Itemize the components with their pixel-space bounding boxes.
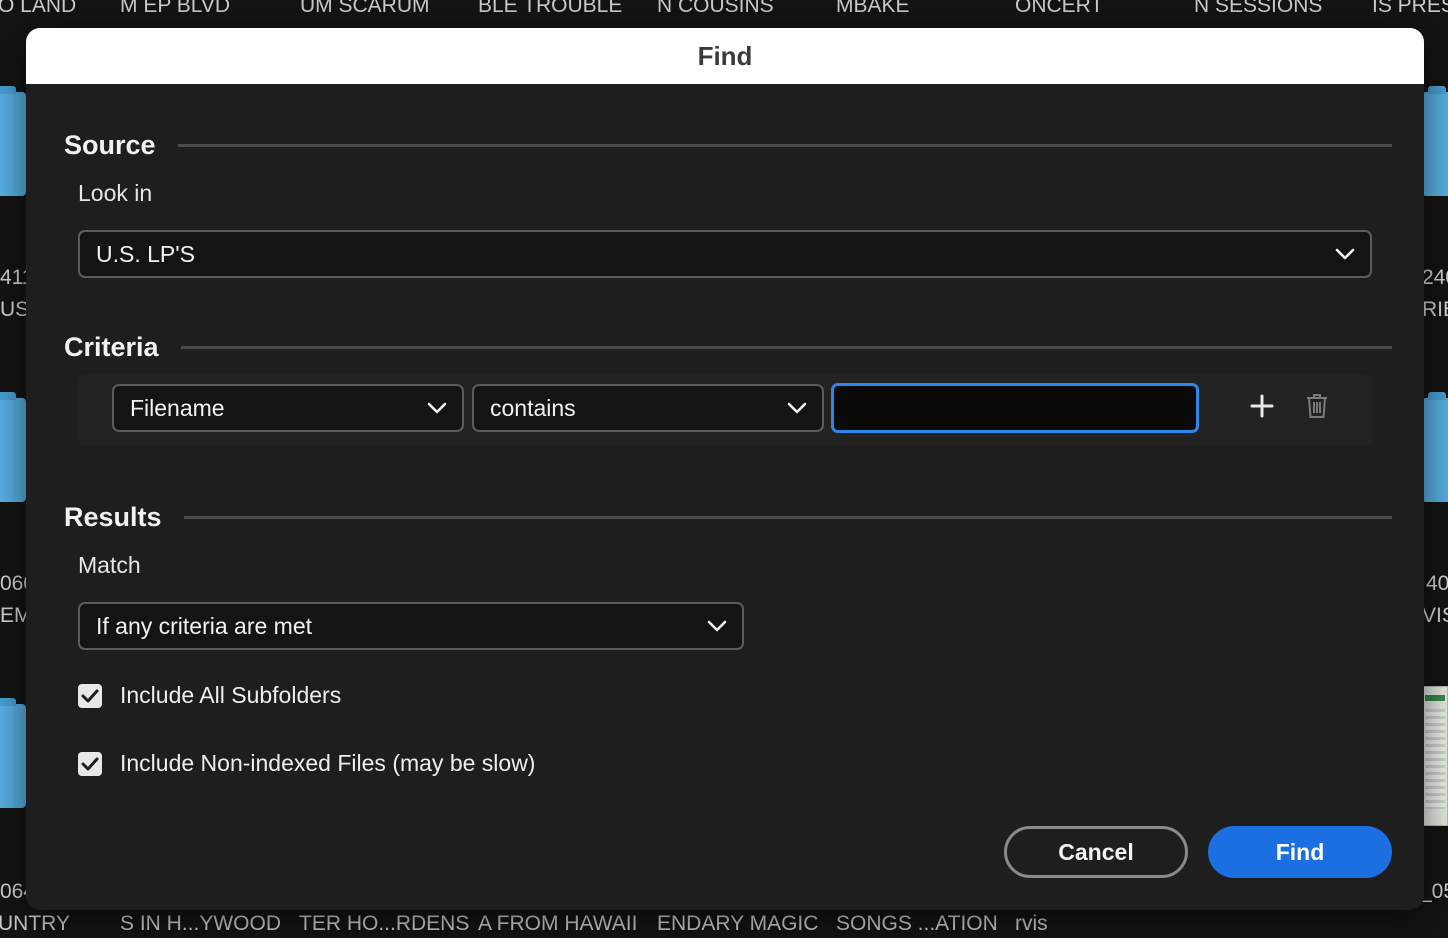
look-in-dropdown[interactable]: U.S. LP'S (78, 230, 1372, 278)
look-in-label: Look in (78, 180, 153, 206)
folder-icon (0, 392, 26, 502)
chevron-down-icon (1334, 243, 1356, 265)
look-in-value: U.S. LP'S (96, 240, 195, 267)
include-subfolders-label: Include All Subfolders (120, 682, 342, 708)
criteria-operator-value: contains (490, 394, 576, 421)
include-nonindexed-checkbox[interactable] (78, 751, 102, 776)
bg-side-text: 060 (0, 572, 26, 595)
plus-icon (1250, 394, 1274, 423)
bg-folder-label: UNTRY (0, 912, 70, 935)
find-button[interactable]: Find (1208, 826, 1392, 878)
cancel-button[interactable]: Cancel (1004, 826, 1188, 878)
criteria-field-value: Filename (130, 394, 225, 421)
criteria-section-header: Criteria (64, 332, 1392, 363)
bg-side-text: USI (0, 298, 26, 321)
match-value: If any criteria are met (96, 612, 313, 639)
source-section-header: Source (64, 130, 1392, 161)
bg-side-text: 064 (0, 880, 26, 903)
results-heading: Results (64, 502, 162, 532)
bg-folder-label: SONGS ...ATION (836, 912, 998, 935)
bg-side-text: RIE (1422, 298, 1448, 321)
bg-folder-label: O LAND (0, 0, 77, 17)
chevron-down-icon (786, 397, 808, 419)
results-section-header: Results (64, 502, 1392, 533)
checkmark-icon (81, 757, 99, 770)
section-divider (183, 516, 1392, 519)
bg-folder-label: UM SCARUM (300, 0, 430, 17)
bg-folder-label: rvis (1015, 912, 1048, 935)
bg-side-text: VIS (1422, 604, 1448, 627)
bg-side-text: EMI (0, 604, 26, 627)
include-nonindexed-option[interactable]: Include Non-indexed Files (may be slow) (78, 750, 535, 777)
bg-folder-label: ONCERT (1015, 0, 1104, 17)
bg-side-text: 240 (1422, 266, 1448, 289)
bg-folder-label: N SESSIONS (1194, 0, 1323, 17)
dialog-titlebar[interactable]: Find (26, 28, 1424, 84)
chevron-down-icon (706, 615, 728, 637)
criteria-field-dropdown[interactable]: Filename (112, 384, 464, 432)
include-nonindexed-label: Include Non-indexed Files (may be slow) (120, 750, 536, 776)
bg-folder-label: BLE TROUBLE (478, 0, 623, 17)
criteria-operator-dropdown[interactable]: contains (472, 384, 824, 432)
bg-side-text: 40 (1426, 572, 1448, 595)
match-label: Match (78, 552, 141, 578)
bg-folder-label: ENDARY MAGIC (657, 912, 819, 935)
section-divider (177, 144, 1392, 147)
include-subfolders-checkbox[interactable] (78, 683, 102, 708)
folder-icon (1422, 392, 1448, 502)
folder-icon (1422, 86, 1448, 196)
trash-icon (1306, 393, 1328, 424)
section-divider (180, 346, 1392, 349)
bg-folder-label: MBAKE (836, 0, 910, 17)
source-heading: Source (64, 130, 156, 160)
dialog-title: Find (697, 40, 753, 71)
bg-folder-label: N COUSINS (657, 0, 774, 17)
criteria-value-input[interactable] (831, 383, 1199, 433)
bg-folder-label: M EP BLVD (120, 0, 231, 17)
bg-folder-label: IS PRES (1372, 0, 1448, 17)
match-dropdown[interactable]: If any criteria are met (78, 602, 744, 650)
checkmark-icon (81, 689, 99, 702)
document-thumbnail (1422, 686, 1448, 826)
add-criteria-button[interactable] (1245, 391, 1279, 425)
bg-folder-label: S IN H...YWOOD (120, 912, 282, 935)
find-dialog: Find Source Look in U.S. LP'S Criteria F… (26, 28, 1424, 910)
remove-criteria-button[interactable] (1300, 391, 1334, 425)
criteria-heading: Criteria (64, 332, 159, 362)
chevron-down-icon (426, 397, 448, 419)
folder-icon (0, 698, 26, 808)
folder-icon (0, 86, 26, 196)
include-subfolders-option[interactable]: Include All Subfolders (78, 682, 341, 709)
bg-side-text: 411 (0, 266, 26, 289)
bg-side-text: _05 (1420, 880, 1448, 903)
bg-folder-label: TER HO...RDENS (299, 912, 470, 935)
bg-folder-label: A FROM HAWAII (478, 912, 638, 935)
